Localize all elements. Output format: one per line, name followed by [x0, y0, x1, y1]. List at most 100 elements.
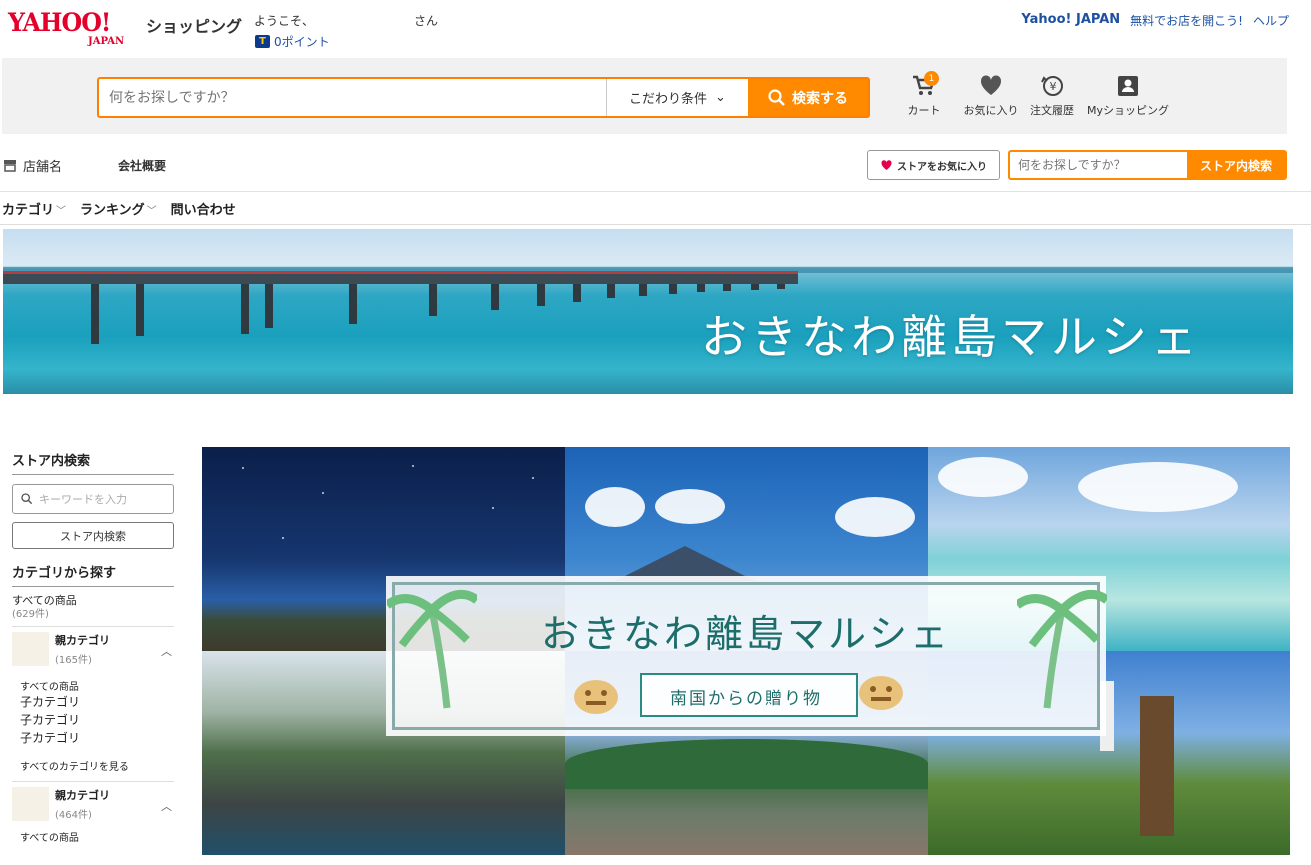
star: [242, 467, 244, 469]
category-thumbnail: [12, 632, 49, 666]
global-search-box: こだわり条件 ⌄ 検索する: [97, 77, 870, 118]
subcategory-all-link[interactable]: すべての商品: [20, 678, 174, 693]
cloud: [938, 457, 1028, 497]
category-heading: カテゴリから探す: [12, 562, 174, 587]
order-history-button[interactable]: ¥ 注文履歴: [1026, 73, 1078, 118]
cloud: [655, 489, 725, 524]
heart-icon: [980, 75, 1002, 95]
nav-ranking-label: ランキング: [80, 203, 145, 218]
pier-pile: [265, 284, 273, 328]
see-all-categories-link[interactable]: すべてのカテゴリを見る: [20, 758, 174, 773]
mountain: [615, 546, 755, 581]
conditions-dropdown[interactable]: こだわり条件 ⌄: [606, 79, 748, 116]
star: [282, 537, 284, 539]
favorite-store-button[interactable]: ストアをお気に入り: [867, 150, 1000, 180]
logo-main-text: YAHOO!: [8, 8, 111, 37]
nav-category[interactable]: カテゴリ ﹀: [2, 199, 66, 218]
store-search-heading: ストア内検索: [12, 450, 174, 475]
pier-pile: [91, 284, 99, 344]
subcategory-item[interactable]: 子カテゴリ: [20, 693, 174, 711]
collage-title-card: おきなわ離島マルシェ 南国からの贈り物: [387, 582, 1107, 730]
category-thumbnail: [12, 787, 49, 821]
all-products-count: (629件): [12, 609, 49, 620]
sidebar-store-search-button[interactable]: ストア内検索: [12, 522, 174, 549]
pier-pile: [349, 284, 357, 324]
pier-pile: [723, 284, 731, 291]
chevron-up-icon[interactable]: ︿: [161, 643, 172, 659]
store-search-box: ストア内検索: [1008, 150, 1287, 180]
pier-pile: [777, 284, 785, 289]
cloud: [835, 497, 915, 537]
points-link[interactable]: T 0ポイント: [255, 33, 330, 50]
parent-category-1[interactable]: 親カテゴリ (165件) ︿: [12, 626, 174, 669]
store-bar: 店舗名 会社概要 ストアをお気に入り ストア内検索: [0, 138, 1311, 192]
cart-label: カート: [907, 104, 941, 117]
favorites-label: お気に入り: [963, 104, 1019, 117]
parent-category-count: (165件): [55, 655, 92, 666]
chevron-up-icon[interactable]: ︿: [161, 798, 172, 814]
store-search-button[interactable]: ストア内検索: [1187, 152, 1285, 178]
favorites-button[interactable]: お気に入り: [956, 73, 1026, 118]
search-icon: [21, 493, 33, 505]
parent-category-2[interactable]: 親カテゴリ (464件) ︿: [12, 781, 174, 824]
sidebar: ストア内検索 キーワードを入力 ストア内検索 カテゴリから探す すべての商品 (…: [12, 450, 174, 844]
collage-title: おきなわ離島マルシェ: [540, 612, 951, 656]
subcategory-item[interactable]: 子カテゴリ: [20, 729, 174, 747]
pier-pile: [429, 284, 437, 316]
order-history-label: 注文履歴: [1030, 104, 1074, 117]
parent-category-name: 親カテゴリ: [55, 789, 110, 802]
star: [322, 492, 324, 494]
subcategory-list: すべての商品: [12, 829, 174, 844]
open-store-link[interactable]: 無料でお店を開こう!: [1130, 12, 1243, 29]
favorite-store-label: ストアをお気に入り: [897, 161, 987, 173]
signpost: [1140, 696, 1174, 836]
all-products-link[interactable]: すべての商品 (629件): [12, 594, 174, 622]
yahoo-japan-logo[interactable]: YAHOO! JAPAN: [8, 8, 144, 48]
hero-banner[interactable]: おきなわ離島マルシェ: [3, 229, 1293, 394]
store-category-nav: カテゴリ ﹀ ランキング ﹀ 問い合わせ: [0, 193, 1311, 225]
collage-subtitle: 南国からの贈り物: [670, 689, 822, 709]
keyword-search-field[interactable]: キーワードを入力: [12, 484, 174, 514]
shopping-label[interactable]: ショッピング: [146, 13, 242, 37]
subcategory-all-link[interactable]: すべての商品: [20, 829, 174, 844]
pier-pile: [607, 284, 615, 298]
my-shopping-icon: [1118, 76, 1138, 96]
keyword-placeholder: キーワードを入力: [39, 493, 127, 506]
my-shopping-label: Myショッピング: [1086, 104, 1169, 117]
help-link[interactable]: ヘルプ: [1253, 12, 1289, 29]
shisa-icon: [574, 680, 618, 714]
store-search-input[interactable]: [1010, 152, 1187, 178]
tpoint-icon: T: [255, 35, 270, 48]
svg-text:¥: ¥: [1050, 80, 1057, 93]
yahoo-japan-link[interactable]: Yahoo! JAPAN: [1021, 12, 1120, 29]
store-name-link[interactable]: 店舗名: [3, 156, 62, 175]
my-shopping-button[interactable]: Myショッピング: [1078, 73, 1178, 118]
header-tools: 1 カート お気に入り ¥ 注文履歴 Myショッピング: [892, 71, 1178, 118]
pier-pile: [669, 284, 677, 294]
search-button-label: 検索する: [792, 90, 848, 107]
chevron-down-icon: ⌄: [715, 90, 726, 105]
feature-collage-banner[interactable]: おきなわ離島マルシェ 南国からの贈り物: [202, 447, 1290, 855]
welcome-text: ようこそ、: [254, 14, 315, 28]
nav-contact[interactable]: 問い合わせ: [171, 199, 236, 218]
star: [492, 507, 494, 509]
pier-pile: [136, 284, 144, 336]
conditions-label: こだわり条件: [629, 92, 708, 107]
global-search-input[interactable]: [99, 79, 606, 116]
pier-pile: [491, 284, 499, 310]
shisa-icon: [859, 676, 903, 710]
cart-count-badge: 1: [924, 71, 939, 86]
cart-button[interactable]: 1 カート: [892, 71, 956, 118]
cloud: [1078, 462, 1238, 512]
pier-pile: [751, 284, 759, 290]
pier-pile: [241, 284, 249, 334]
subcategory-item[interactable]: 子カテゴリ: [20, 711, 174, 729]
company-info-link[interactable]: 会社概要: [118, 157, 166, 174]
search-band: こだわり条件 ⌄ 検索する 1 カート お気に入り ¥ 注文履歴 Myショッピン…: [2, 58, 1287, 134]
nav-ranking[interactable]: ランキング ﹀: [80, 199, 157, 218]
hero-title: おきなわ離島マルシェ: [701, 310, 1201, 364]
search-button[interactable]: 検索する: [748, 79, 868, 116]
parent-category-count: (464件): [55, 810, 92, 821]
top-links: Yahoo! JAPAN 無料でお店を開こう! ヘルプ: [1021, 12, 1289, 29]
heart-icon: [881, 160, 892, 170]
